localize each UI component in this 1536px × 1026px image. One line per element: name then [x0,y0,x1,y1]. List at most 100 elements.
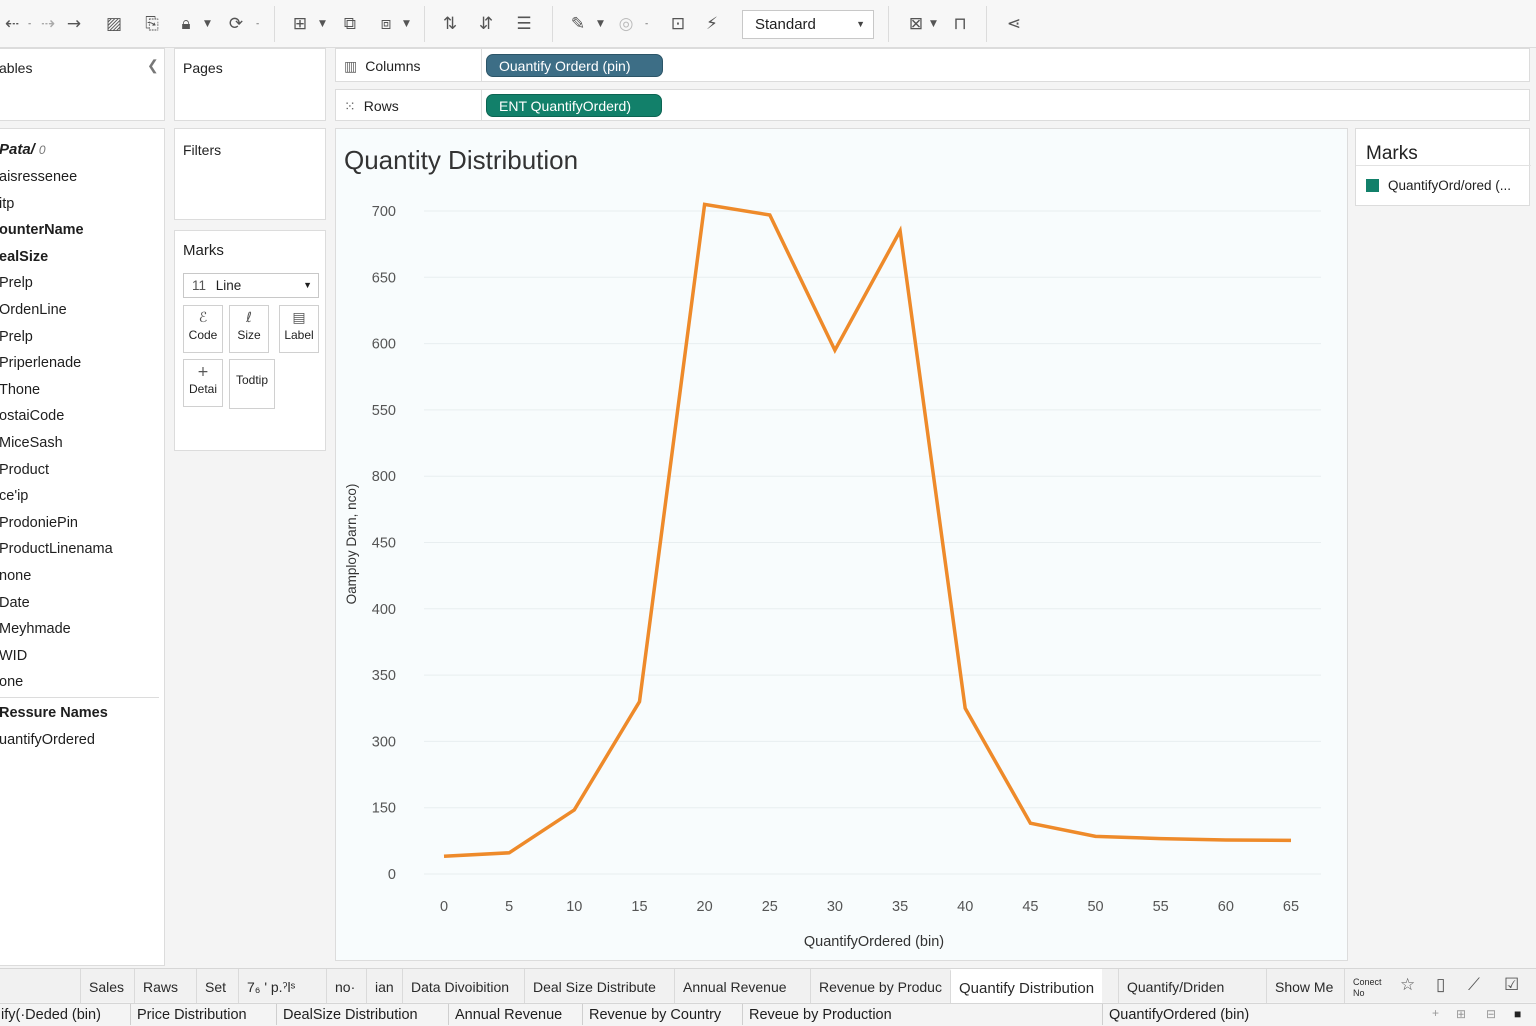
sheet-tab[interactable]: Quantify Distribution [950,969,1103,1003]
refresh-dropdown-caret[interactable]: - [256,12,259,36]
filmstrip-icon[interactable]: ⊟ [1486,1007,1496,1021]
columns-shelf[interactable]: ▥ Columns Ouantify Orderd (pin) [335,48,1530,82]
columns-pill[interactable]: Ouantify Orderd (pin) [486,54,663,77]
field-item[interactable]: one [0,674,23,690]
status-tab[interactable]: QuantifyOrdered (bin) [1102,1004,1255,1025]
sheet-tab[interactable]: Raws [134,969,186,1003]
field-item[interactable]: Prelp [0,329,33,345]
size-button[interactable]: ℓ Size [229,305,269,353]
data-source-header: Pata/0 [0,141,46,158]
detail-button[interactable]: + Detai [183,359,223,407]
field-item[interactable]: ealSize [0,249,48,265]
chart-image-icon[interactable]: ▨ [102,12,126,36]
sheet-tab[interactable]: Show Me [1266,969,1341,1003]
new-dashboard-icon[interactable]: ▯ [1436,975,1445,995]
status-tab[interactable]: ify(·Deded (bin) [0,1004,107,1025]
divider [1356,165,1531,166]
group-members-icon[interactable]: ◎ [614,12,638,36]
redo-icon[interactable]: ⇢ [36,12,60,36]
tooltip-button[interactable]: Todtip [229,359,275,409]
worksheet-view: Quantity Distribution 700 650 600 550 800 450… [335,128,1348,961]
group-members-caret[interactable]: - [645,12,648,36]
present-icon[interactable]: ☑ [1504,975,1519,995]
tabs-view-icon[interactable]: ■ [1514,1007,1521,1021]
highlight-icon[interactable]: ✎ [566,12,590,36]
highlight-dropdown-caret[interactable]: ▼ [597,12,604,36]
field-item[interactable]: ounterName [0,222,84,238]
measure-item[interactable]: uantifyOrdered [0,732,95,748]
refresh-icon[interactable]: ⟳ [224,12,248,36]
field-item[interactable]: MiceSash [0,435,63,451]
undo-icon[interactable]: ⇠ [0,12,24,36]
legend-item-label[interactable]: QuantifyOrd/ored (... [1388,178,1511,193]
filters-panel[interactable]: Filters [174,128,326,220]
swap-dropdown-caret[interactable]: ▼ [319,12,326,36]
status-tab[interactable]: DealSize Distribution [276,1004,424,1025]
field-item[interactable]: WID [0,648,27,664]
sheet-tab[interactable]: no· [326,969,363,1003]
list-icon[interactable]: ☰ [512,12,536,36]
collapse-icon[interactable]: ❮ [147,57,159,74]
show-cards-caret[interactable]: ▼ [930,12,937,36]
sort-ascending-icon[interactable]: ⇅ [438,12,462,36]
field-item[interactable]: Product [0,462,49,478]
field-item[interactable]: ostaiCode [0,408,64,424]
sheet-tab[interactable]: Quantify/Driden [1118,969,1232,1003]
plus-icon[interactable]: + [1432,1006,1439,1020]
new-story-icon[interactable]: ⟋ [1468,975,1480,995]
star-icon[interactable]: ☆ [1400,975,1415,995]
sheet-tab[interactable]: Revenue by Produc [810,969,950,1003]
sheet-tab[interactable]: Sales [80,969,132,1003]
field-item[interactable]: Date [0,595,30,611]
filters-title: Filters [183,142,222,158]
view-mode-select[interactable]: Standard ▼ [742,10,874,39]
color-button[interactable]: ℰ Code [183,305,223,353]
field-item[interactable]: ProductLinenama [0,541,113,557]
y-tick-label: 550 [372,403,396,419]
mark-type-select[interactable]: 11 Line ▼ [183,273,319,298]
status-tab[interactable]: Annual Revenue [448,1004,568,1025]
rows-shelf[interactable]: ⁙ Rows ENT QuantifyOrderd) [335,89,1530,121]
forward-icon[interactable]: → [62,12,86,36]
presentation-dropdown-caret[interactable]: ▼ [403,12,410,36]
field-item[interactable]: Priperlenade [0,355,81,371]
field-item[interactable]: aisressenee [0,169,77,185]
sheet-tab[interactable]: Set [196,969,234,1003]
sheet-tab[interactable]: Deal Size Distribute [524,969,664,1003]
line-chart[interactable]: 700 650 600 550 800 450 400 350 300 150 0 0 5 10 15 20… [336,129,1347,960]
status-tab[interactable]: Revenue by Country [582,1004,727,1025]
sort-descending-icon[interactable]: ⇵ [474,12,498,36]
x-tick-label: 40 [957,899,973,915]
field-item[interactable]: ProdoniePin [0,515,78,531]
fix-axes-icon[interactable]: ⚡︎ [700,12,724,36]
label-button[interactable]: ▤ Label [279,305,319,353]
field-item[interactable]: OrdenLine [0,302,67,318]
field-item[interactable]: Prelp [0,275,33,291]
presentation-icon[interactable]: ⧈ [374,12,398,36]
sheet-tab[interactable]: Data Divoibition [402,969,517,1003]
grid-view-icon[interactable]: ⊞ [1456,1007,1466,1021]
show-cards-icon[interactable]: ⊠ [904,12,928,36]
field-item[interactable]: Meyhmade [0,621,71,637]
status-tab[interactable]: Price Distribution [130,1004,253,1025]
lock-dropdown-caret[interactable]: ▼ [204,12,211,36]
lock-icon[interactable]: 🔒︎ [174,12,198,36]
sheet-tab[interactable]: Annual Revenue [674,969,795,1003]
sheet-tab[interactable]: 7₆ ' p.ˀlˢ [238,969,303,1003]
field-item[interactable]: ce'ip [0,488,28,504]
x-tick-label: 35 [892,899,908,915]
new-sheet-icon[interactable]: ⎘ [140,12,164,36]
field-item[interactable]: itp [0,196,14,212]
share-icon[interactable]: ⋖ [1002,12,1026,36]
sheet-tab[interactable]: Conect No [1344,969,1390,1003]
status-tab[interactable]: Reveue by Production [742,1004,898,1025]
field-item[interactable]: Thone [0,382,40,398]
swap-icon[interactable]: ⊞ [288,12,312,36]
presentation-mode-icon[interactable]: ⊓ [948,12,972,36]
sheet-tab[interactable]: ian [366,969,402,1003]
rows-pill[interactable]: ENT QuantifyOrderd) [486,94,662,117]
group-icon[interactable]: ⧉ [338,12,362,36]
undo-dropdown-caret[interactable]: - [28,12,31,36]
field-item[interactable]: none [0,568,31,584]
text-label-icon[interactable]: ⊡ [666,12,690,36]
